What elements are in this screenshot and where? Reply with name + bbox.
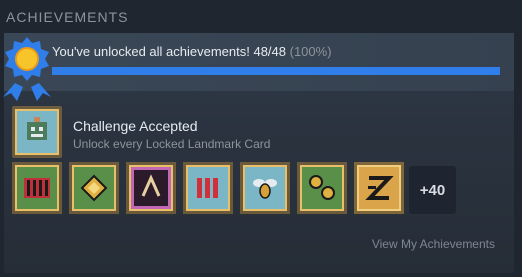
- featured-description: Unlock every Locked Landmark Card: [73, 137, 271, 151]
- progress-text: You've unlocked all achievements! 48/48 …: [52, 44, 332, 59]
- progress-row: You've unlocked all achievements! 48/48 …: [4, 33, 514, 91]
- bee-icon[interactable]: [240, 162, 290, 214]
- progress-bar: [52, 67, 500, 75]
- progress-bar-fill: [52, 67, 500, 75]
- featured-title: Challenge Accepted: [73, 118, 198, 134]
- gold-gem-icon[interactable]: [69, 162, 119, 214]
- gold-coins-icon[interactable]: [297, 162, 347, 214]
- progress-percent: (100%): [289, 44, 332, 59]
- more-achievements-badge[interactable]: +40: [409, 166, 456, 214]
- progress-label: You've unlocked all achievements! 48/48: [52, 44, 286, 59]
- view-my-achievements-link[interactable]: View My Achievements: [372, 237, 495, 251]
- robot-face-icon: [12, 106, 62, 158]
- red-bars-icon[interactable]: [183, 162, 233, 214]
- black-glyph-icon[interactable]: [354, 162, 404, 214]
- section-title: ACHIEVEMENTS: [6, 9, 129, 25]
- red-barrier-icon[interactable]: [12, 162, 62, 214]
- black-pickaxe-icon[interactable]: [126, 162, 176, 214]
